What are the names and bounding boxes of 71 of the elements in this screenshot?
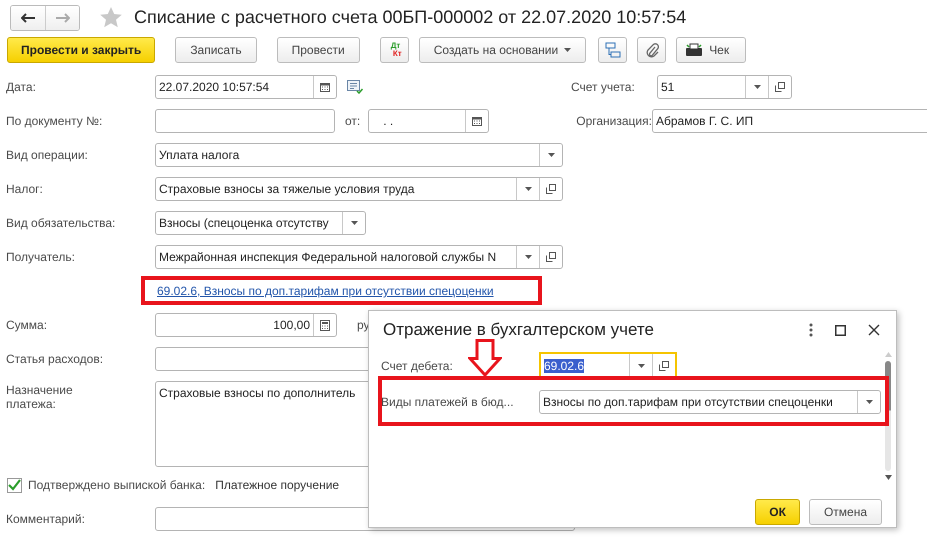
field-label: Сумма: — [5, 318, 48, 332]
field-label: от: — [345, 114, 360, 128]
forward-arrow-icon — [56, 12, 70, 22]
field-label: Счет дебета: — [381, 359, 454, 373]
field-label: Комментарий: — [5, 512, 86, 526]
caret-icon — [866, 400, 872, 404]
tax-select[interactable]: Страховые взносы за тяжелые условия труда — [155, 177, 563, 201]
caret-icon — [548, 153, 554, 157]
maximize-icon[interactable] — [835, 324, 846, 336]
star-icon[interactable] — [100, 7, 122, 28]
open-icon — [546, 252, 556, 262]
close-icon[interactable] — [868, 324, 880, 336]
post-and-close-button[interactable]: Провести и закрыть — [7, 37, 156, 63]
field-label: Вид обязательства: — [5, 216, 116, 230]
caret-icon — [524, 187, 532, 191]
field-label: Вид операции: — [5, 148, 89, 162]
back-arrow-icon — [21, 12, 35, 22]
field-label: Получатель: — [5, 250, 76, 264]
create-based-on-button[interactable]: Создать на основании — [418, 37, 586, 63]
field-label: Статья расходов: — [5, 352, 104, 366]
caret-icon — [638, 364, 644, 368]
printer-icon — [685, 43, 704, 57]
checkbox-label: Подтверждено выпиской банка: — [28, 478, 206, 492]
caret-icon — [754, 85, 760, 89]
calendar-icon — [320, 82, 330, 92]
annotation-arrow — [468, 339, 502, 377]
toolbar-button[interactable]: Записать — [175, 37, 257, 63]
hierarchy-icon — [604, 42, 621, 58]
window-title: Списание с расчетного счета 00БП-000002 от 22.07.2020 10:57:54 — [134, 7, 686, 28]
field-label: Виды платежей в бюд... — [381, 395, 515, 409]
caret-icon — [564, 48, 572, 52]
field-label: По документу №: — [5, 114, 104, 128]
account-link[interactable]: 69.02.6, Взносы по доп.тарифам при отсутствии спецоценки — [157, 284, 494, 298]
toolbar-button[interactable]: Провести — [276, 37, 360, 63]
amount-field[interactable]: 100,00 — [155, 313, 337, 337]
receipt-button[interactable]: Чек — [676, 37, 746, 63]
structure-button[interactable] — [598, 37, 628, 63]
document-number-field[interactable] — [155, 109, 335, 133]
caret-icon — [524, 255, 532, 259]
payment-type-select[interactable]: Взносы по доп.тарифам при отсутствии спецоценки — [539, 390, 881, 414]
field-label: Организация: — [576, 114, 652, 128]
organization-field[interactable]: Абрамов Г. С. ИП — [652, 109, 927, 133]
recipient-select[interactable]: Межрайонная инспекция Федеральной налоговой службы N — [155, 245, 563, 269]
attach-button[interactable] — [637, 37, 666, 63]
date-field[interactable]: 22.07.2020 10:57:54 — [155, 75, 337, 99]
field-label: Счет учета: — [571, 80, 636, 94]
checkmark-icon — [8, 479, 21, 491]
scroll-down-icon[interactable] — [884, 475, 892, 480]
cancel-button[interactable]: Отмена — [808, 499, 882, 525]
account-field[interactable]: 51 — [657, 75, 792, 99]
calculator-icon — [320, 320, 330, 330]
field-label: Назначение платежа: — [5, 383, 74, 411]
more-icon[interactable] — [809, 323, 813, 337]
back-button[interactable] — [11, 6, 45, 30]
checkbox[interactable] — [7, 478, 22, 492]
postings-button[interactable]: Дт Кт — [380, 37, 409, 63]
field-label: Налог: — [5, 182, 44, 196]
field-label: Дата: — [5, 80, 37, 94]
open-icon — [659, 361, 669, 371]
payment-order-link[interactable]: Платежное поручение — [215, 478, 340, 492]
calendar-icon — [472, 116, 482, 126]
paperclip-icon — [644, 42, 659, 58]
caret-icon — [350, 221, 358, 225]
document-check-icon[interactable] — [347, 80, 363, 94]
dialog-title: Отражение в бухгалтерском учете — [383, 320, 655, 340]
obligation-type-select[interactable]: Взносы (спецоценка отсутству — [155, 211, 366, 235]
operation-type-select[interactable]: Уплата налога — [155, 143, 563, 167]
ok-button[interactable]: ОК — [755, 499, 800, 525]
open-icon — [775, 82, 785, 92]
date-field[interactable]: . . — [368, 109, 490, 133]
open-icon — [546, 184, 556, 194]
